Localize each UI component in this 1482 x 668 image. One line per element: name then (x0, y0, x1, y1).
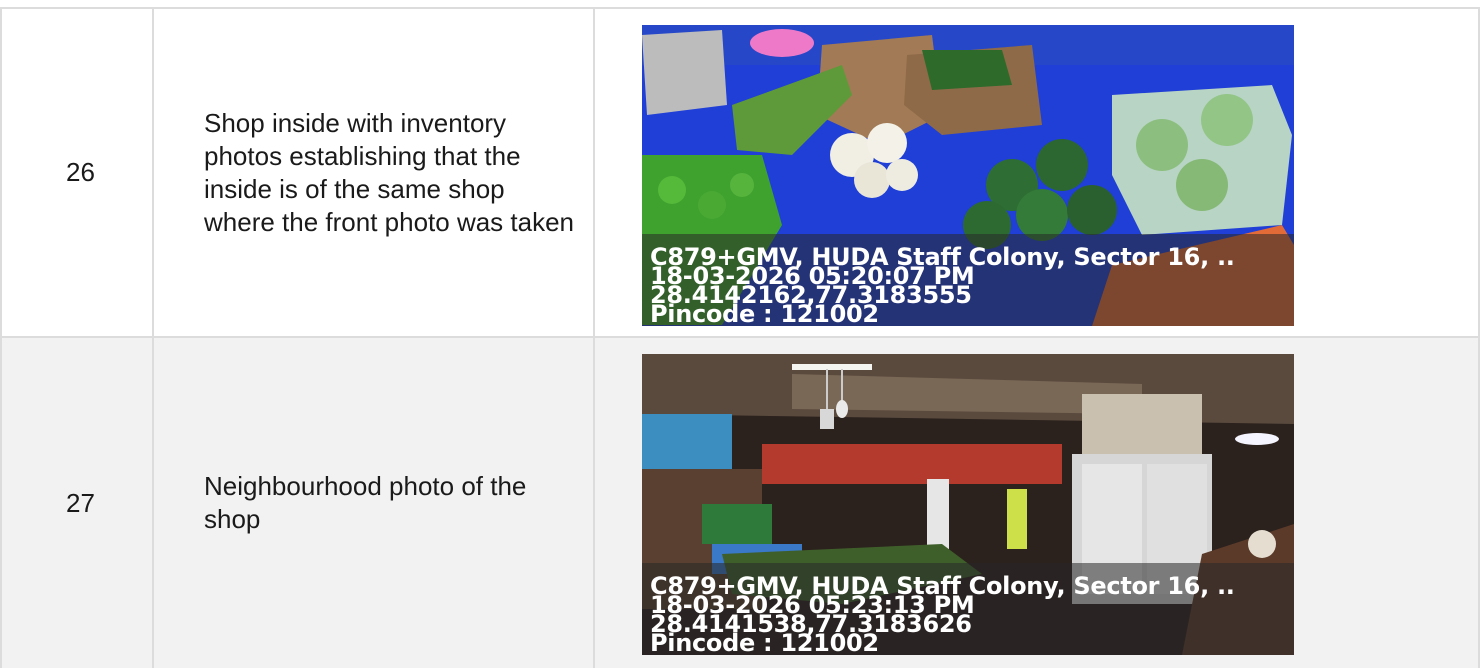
row-number: 27 (2, 338, 154, 668)
photo-evidence-table: 26 Shop inside with inventory photos est… (0, 7, 1480, 668)
row-number: 26 (2, 9, 154, 336)
inventory-photo: C879+GMV, HUDA Staff Colony, Sector 16, … (642, 25, 1294, 326)
photo-cell: C879+GMV, HUDA Staff Colony, Sector 16, … (595, 9, 1480, 336)
table-row: 26 Shop inside with inventory photos est… (2, 9, 1480, 338)
geotag-stamp: C879+GMV, HUDA Staff Colony, Sector 16, … (650, 574, 1235, 655)
row-description: Neighbourhood photo of the shop (154, 338, 595, 668)
photo-cell: C879+GMV, HUDA Staff Colony, Sector 16, … (595, 338, 1480, 668)
neighbourhood-photo: C879+GMV, HUDA Staff Colony, Sector 16, … (642, 354, 1294, 655)
row-description: Shop inside with inventory photos establ… (154, 9, 595, 336)
geotag-stamp: C879+GMV, HUDA Staff Colony, Sector 16, … (650, 245, 1235, 326)
table-row: 27 Neighbourhood photo of the shop C879+… (2, 338, 1480, 668)
